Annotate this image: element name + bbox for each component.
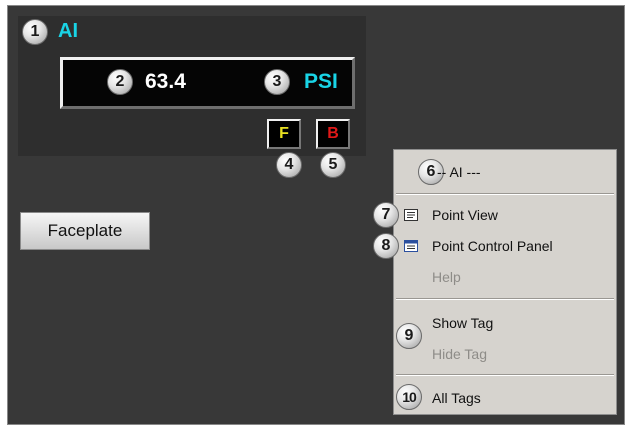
context-menu: 6 -- AI --- 7 Point View 8 Point Control…: [373, 149, 617, 415]
callout-2: 2: [107, 69, 133, 95]
callout-8: 8: [373, 233, 399, 259]
callout-9: 9: [396, 323, 422, 349]
process-value: 63.4: [145, 70, 186, 93]
callout-1: 1: [22, 19, 48, 45]
menu-item-hide-tag: Hide Tag: [432, 346, 488, 362]
menu-item-help: Help: [432, 269, 461, 285]
callout-5: 5: [320, 152, 346, 178]
menu-separator: [396, 374, 614, 376]
menu-item-point-view[interactable]: Point View: [432, 207, 498, 223]
menu-separator: [396, 193, 614, 195]
faceplate-button[interactable]: Faceplate: [20, 212, 150, 250]
menu-header: -- AI ---: [437, 164, 481, 180]
menu-item-show-tag[interactable]: Show Tag: [432, 315, 493, 331]
tag-type-label: AI: [58, 20, 78, 42]
callout-4: 4: [276, 152, 302, 178]
menu-item-point-control-panel[interactable]: Point Control Panel: [432, 238, 553, 254]
point-view-icon: [404, 209, 418, 221]
f-button[interactable]: F: [267, 119, 301, 149]
units-label: PSI: [304, 70, 338, 93]
callout-3: 3: [264, 69, 290, 95]
menu-item-all-tags[interactable]: All Tags: [432, 390, 481, 406]
point-control-panel-icon: [404, 240, 418, 252]
callout-7: 7: [373, 202, 399, 228]
b-button[interactable]: B: [316, 119, 350, 149]
callout-10: 10: [396, 384, 422, 410]
menu-separator: [396, 298, 614, 300]
